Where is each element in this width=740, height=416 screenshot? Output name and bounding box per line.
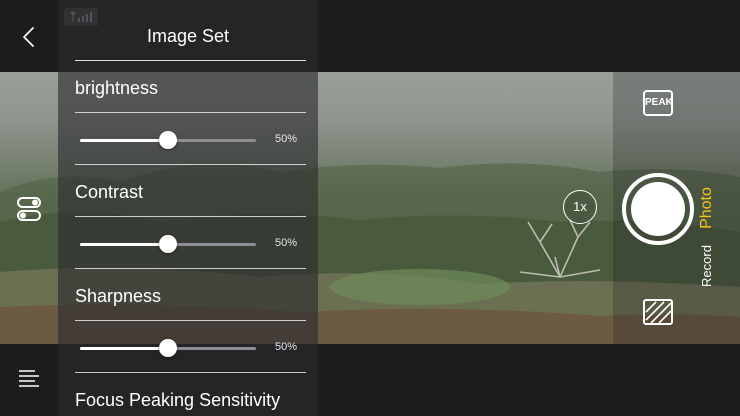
divider [75,268,306,269]
divider [75,372,306,373]
grid-button[interactable] [642,298,674,326]
shutter-button[interactable] [631,182,685,236]
slider-thumb[interactable] [159,235,177,253]
slider-fill [80,139,168,142]
image-settings-panel: Image Set brightness 50% Contrast 50% Sh… [58,0,318,416]
slider-fill [80,347,168,350]
divider [75,112,306,113]
zoom-button[interactable]: 1x [563,190,597,224]
brightness-value: 50% [275,133,298,145]
contrast-label: Contrast [75,182,144,202]
brightness-slider[interactable] [80,131,256,149]
toggle-settings-icon [17,197,41,221]
sharpness-value: 50% [275,341,298,353]
slider-thumb[interactable] [159,339,177,357]
sharpness-label: Sharpness [75,286,162,306]
sharpness-slider[interactable] [80,339,256,357]
left-rail [0,0,58,416]
slider-fill [80,243,168,246]
contrast-slider[interactable] [80,235,256,253]
settings-toggle-button[interactable] [14,194,44,224]
menu-button[interactable] [14,364,44,394]
panel-title: Image Set [146,26,230,46]
brightness-label: brightness [75,78,159,98]
contrast-value: 50% [275,237,298,249]
slider-thumb[interactable] [159,131,177,149]
peak-button[interactable]: PEAK [643,90,673,116]
divider [75,216,306,217]
divider [75,164,306,165]
mode-record[interactable]: Record [697,242,717,290]
divider [75,320,306,321]
hatch-grid-icon [643,299,673,325]
focus-peaking-label: Focus Peaking Sensitivity [75,390,281,410]
list-menu-icon [19,370,39,387]
back-button[interactable] [14,22,44,52]
mode-photo[interactable]: Photo [695,181,719,235]
title-divider [75,60,306,61]
chevron-left-icon [23,27,34,47]
